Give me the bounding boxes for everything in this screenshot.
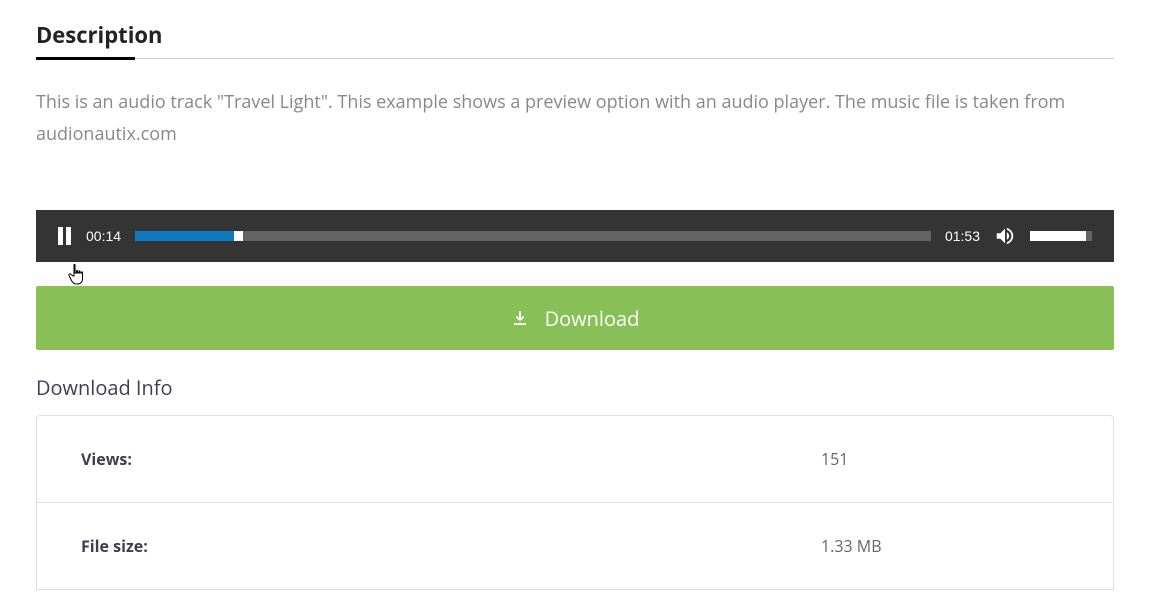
download-info-table: Views: 151 File size: 1.33 MB [36, 415, 1114, 590]
download-icon [511, 309, 529, 327]
info-value-filesize: 1.33 MB [821, 535, 882, 557]
audio-player: 00:14 01:53 [36, 210, 1114, 262]
title-underline [36, 57, 135, 60]
pause-button[interactable] [58, 227, 72, 245]
pause-bar-icon [58, 227, 63, 245]
info-label-views: Views: [81, 448, 821, 470]
volume-track[interactable] [1030, 231, 1092, 241]
progress-track[interactable] [135, 231, 931, 241]
info-value-views: 151 [821, 448, 848, 470]
download-info-title: Download Info [36, 374, 1114, 401]
description-text: This is an audio track "Travel Light". T… [36, 87, 1114, 150]
download-button-label: Download [545, 305, 640, 332]
duration-time: 01:53 [945, 228, 980, 244]
section-title-wrap: Description [36, 20, 1114, 59]
section-title: Description [36, 20, 1114, 58]
progress-thumb[interactable] [234, 231, 243, 241]
table-row: File size: 1.33 MB [37, 503, 1113, 589]
pause-bar-icon [66, 227, 71, 245]
info-label-filesize: File size: [81, 535, 821, 557]
volume-fill [1030, 231, 1086, 241]
progress-fill [135, 231, 234, 241]
current-time: 00:14 [86, 228, 121, 244]
table-row: Views: 151 [37, 416, 1113, 503]
volume-icon[interactable] [994, 225, 1016, 247]
download-button[interactable]: Download [36, 286, 1114, 350]
